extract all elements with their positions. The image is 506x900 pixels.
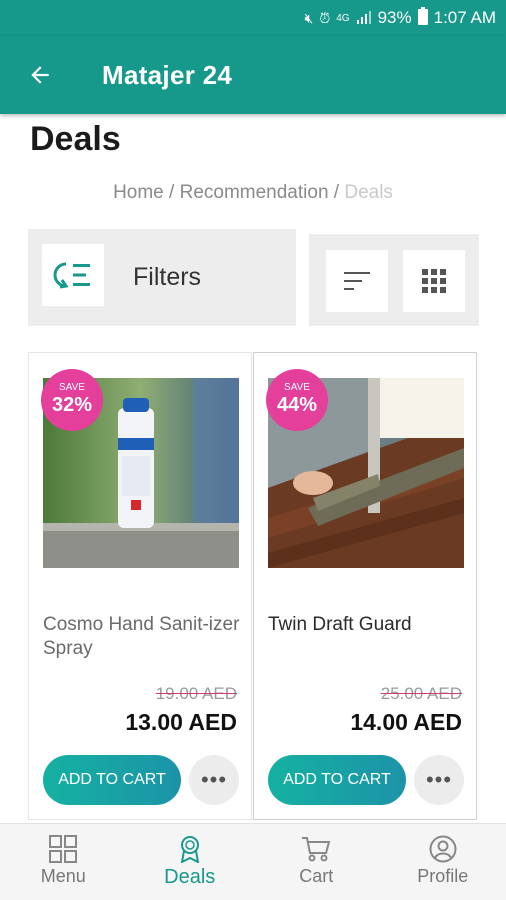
save-badge: SAVE 44%	[266, 369, 328, 431]
network-type: 4G	[336, 12, 350, 24]
signal-icon	[356, 10, 372, 27]
nav-item-menu[interactable]: Menu	[0, 824, 127, 900]
nav-label-menu: Menu	[40, 866, 86, 886]
product-card[interactable]: SAVE 32% Cosmo Hand Sanit-izer Spray 19.…	[28, 352, 252, 820]
sale-price: 13.00 AED	[125, 709, 237, 735]
nav-label-deals: Deals	[164, 866, 216, 888]
product-name[interactable]: Twin Draft Guard	[268, 613, 468, 637]
sort-icon	[344, 272, 370, 290]
nav-item-cart[interactable]: Cart	[253, 824, 380, 900]
nav-label-cart: Cart	[299, 866, 334, 886]
filter-icon	[42, 244, 104, 306]
deals-badge-icon	[180, 836, 199, 863]
save-badge: SAVE 32%	[41, 369, 103, 431]
breadcrumb-recommendation[interactable]: Recommendation	[180, 182, 329, 203]
more-options-button[interactable]: •••	[414, 755, 464, 805]
grid-view-button[interactable]	[403, 250, 465, 312]
breadcrumb-current: Deals	[344, 182, 393, 203]
page-title: Deals	[30, 120, 121, 158]
filters-button[interactable]: Filters	[28, 229, 296, 326]
breadcrumb-home[interactable]: Home	[113, 182, 164, 203]
product-card[interactable]: SAVE 44% Twin Draft Guard 25.00 AED 14.0…	[253, 352, 477, 820]
add-to-cart-button[interactable]: ADD TO CART	[43, 755, 181, 805]
sale-price: 14.00 AED	[350, 709, 462, 735]
more-options-button[interactable]: •••	[189, 755, 239, 805]
alarm-icon: ⏰︎	[319, 9, 331, 26]
breadcrumb-separator: /	[163, 182, 180, 203]
view-options	[309, 234, 479, 326]
mute-icon: 🔇︎	[304, 9, 314, 26]
status-bar: 🔇︎ ⏰︎ 4G 93% 1:07 AM	[0, 0, 506, 36]
product-name[interactable]: Cosmo Hand Sanit-izer Spray	[43, 613, 243, 661]
back-arrow-icon	[31, 66, 49, 84]
bottom-navigation: Menu Deals Cart Profile	[0, 823, 506, 900]
grid-icon	[49, 835, 78, 863]
save-percentage: 32%	[51, 394, 93, 416]
nav-item-profile[interactable]: Profile	[380, 824, 506, 900]
battery-percentage: 93%	[377, 8, 412, 27]
clock: 1:07 AM	[433, 8, 496, 27]
save-label: SAVE	[284, 382, 310, 393]
save-percentage: 44%	[276, 394, 318, 416]
original-price: 19.00 AED	[155, 684, 237, 703]
grid-view-icon	[422, 269, 446, 293]
app-title: Matajer 24	[102, 59, 233, 90]
nav-item-deals[interactable]: Deals	[127, 824, 254, 900]
profile-icon	[429, 835, 457, 863]
sort-button[interactable]	[326, 250, 388, 312]
cart-icon	[302, 837, 331, 862]
back-button[interactable]	[0, 36, 80, 114]
add-to-cart-button[interactable]: ADD TO CART	[268, 755, 406, 805]
app-bar: Matajer 24	[0, 36, 506, 114]
breadcrumb-separator: /	[328, 182, 345, 203]
breadcrumb: Home / Recommendation / Deals	[0, 182, 506, 204]
nav-label-profile: Profile	[417, 866, 469, 886]
original-price: 25.00 AED	[380, 684, 462, 703]
filters-label: Filters	[133, 263, 202, 291]
save-label: SAVE	[59, 382, 85, 393]
battery-icon	[417, 6, 428, 30]
